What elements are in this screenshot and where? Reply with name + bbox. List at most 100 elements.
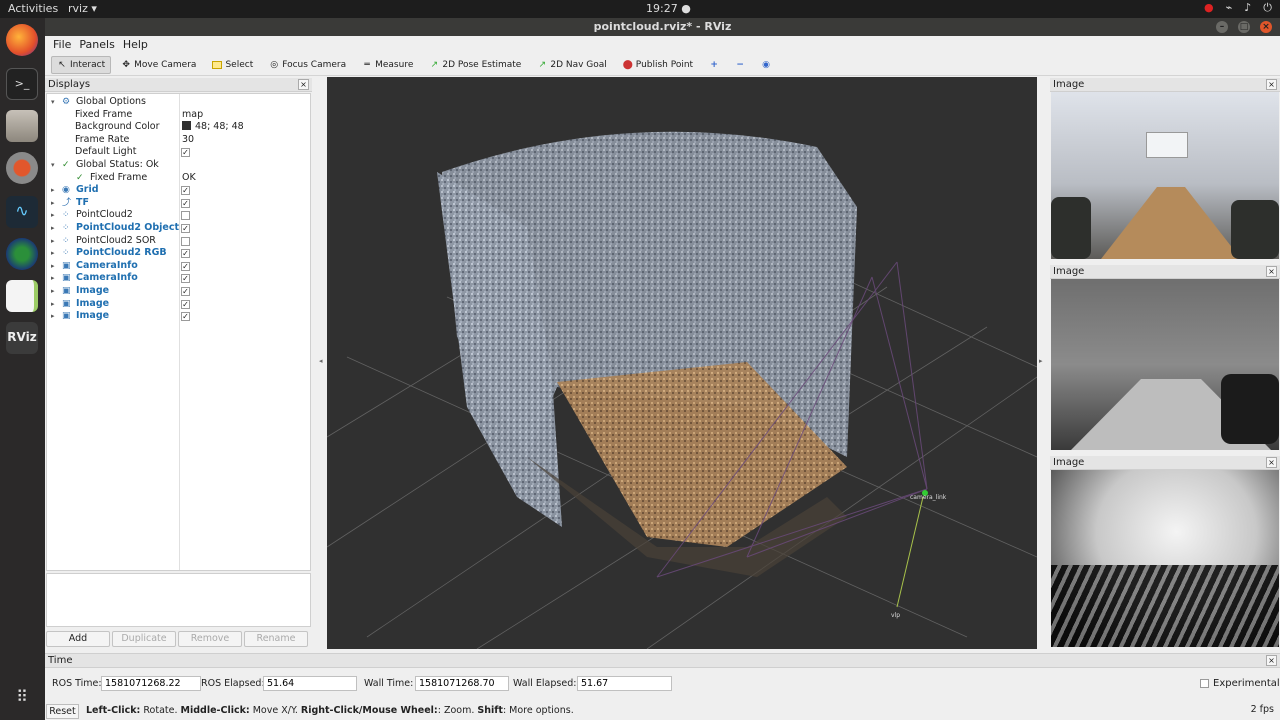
display-enabled-checkbox[interactable] — [181, 211, 190, 221]
settings-icon[interactable] — [6, 152, 38, 184]
pin-icon: ⬤ — [622, 59, 633, 70]
display-row-value[interactable]: map — [182, 109, 203, 122]
window-titlebar[interactable]: pointcloud.rviz* - RViz – □ × — [45, 18, 1280, 36]
display-row[interactable]: Default Light ✓ — [47, 146, 310, 159]
collapsed-arrow-icon[interactable]: ▸ — [51, 235, 55, 248]
collapsed-arrow-icon[interactable]: ▸ — [51, 209, 55, 222]
collapsed-arrow-icon[interactable]: ▸ — [51, 184, 55, 197]
display-row[interactable]: ▸ ⁘ PointCloud2 Object ✓ — [47, 222, 310, 235]
display-enabled-checkbox[interactable] — [181, 236, 190, 246]
collapsed-arrow-icon[interactable]: ▸ — [51, 247, 55, 260]
close-panel-icon[interactable]: × — [1266, 457, 1277, 468]
close-panel-icon[interactable]: × — [298, 79, 309, 90]
experimental-checkbox[interactable]: Experimental — [1200, 678, 1280, 689]
display-row-value[interactable]: OK — [182, 172, 196, 185]
wall-time-input[interactable] — [415, 676, 509, 691]
display-row[interactable]: ▸ ⁘ PointCloud2 RGB ✓ — [47, 247, 310, 260]
maximize-icon[interactable]: □ — [1238, 21, 1250, 33]
display-row[interactable]: Fixed Frame map — [47, 109, 310, 122]
collapsed-arrow-icon[interactable]: ▸ — [51, 285, 55, 298]
record-icon[interactable]: ● — [1204, 1, 1214, 15]
wall-elapsed-input[interactable] — [577, 676, 672, 691]
add-tool-button[interactable]: + — [703, 56, 725, 74]
expanded-arrow-icon[interactable]: ▾ — [51, 96, 55, 109]
measure-tool[interactable]: ═ Measure — [356, 56, 419, 74]
collapsed-arrow-icon[interactable]: ▸ — [51, 298, 55, 311]
files-icon[interactable] — [6, 110, 38, 142]
render-view[interactable]: camera_link vlp — [327, 77, 1037, 649]
collapsed-arrow-icon[interactable]: ▸ — [51, 222, 55, 235]
display-enabled-checkbox[interactable]: ✓ — [181, 287, 190, 296]
terminal-icon[interactable]: >_ — [6, 68, 38, 100]
display-row[interactable]: ▾ ⚙ Global Options — [47, 96, 310, 109]
app-menu[interactable]: rviz ▾ — [68, 2, 97, 15]
experimental-check[interactable] — [1200, 678, 1209, 688]
display-row[interactable]: ▸ ⁘ PointCloud2 — [47, 209, 310, 222]
minimize-icon[interactable]: – — [1216, 21, 1228, 33]
display-row[interactable]: ▸ ◉ Grid ✓ — [47, 184, 310, 197]
display-enabled-checkbox[interactable]: ✓ — [181, 249, 190, 259]
ros-time-input[interactable] — [101, 676, 201, 691]
interact-tool[interactable]: ↖ Interact — [51, 55, 112, 74]
display-row[interactable]: ▸ ▣ Image ✓ — [47, 298, 310, 311]
add-button[interactable]: Add — [46, 631, 110, 647]
display-row[interactable]: Background Color 48; 48; 48 — [47, 121, 310, 134]
expanded-arrow-icon[interactable]: ▾ — [51, 159, 55, 172]
display-row[interactable]: ▸ ⤴ TF ✓ — [47, 197, 310, 210]
display-row-value[interactable]: 30 — [182, 134, 194, 147]
display-row[interactable]: ▸ ▣ Image ✓ — [47, 285, 310, 298]
display-row[interactable]: ▸ ▣ CameraInfo ✓ — [47, 272, 310, 285]
menu-help[interactable]: Help — [119, 36, 152, 54]
display-row[interactable]: ✓ Fixed Frame OK — [47, 172, 310, 185]
display-type-icon: ⁘ — [62, 235, 70, 246]
system-tray[interactable]: ● ⌁ ♪ ⏻ — [1204, 1, 1272, 15]
firefox-icon[interactable] — [6, 24, 38, 56]
display-row-value[interactable]: 48; 48; 48 — [182, 121, 244, 134]
collapsed-arrow-icon[interactable]: ▸ — [51, 260, 55, 273]
left-splitter-arrow[interactable]: ◂ — [319, 357, 325, 367]
displays-tree[interactable]: ▾ ⚙ Global Options Fixed Frame map Background… — [46, 93, 311, 571]
display-enabled-checkbox[interactable]: ✓ — [181, 312, 190, 322]
clock[interactable]: 19:27 ● — [646, 2, 691, 15]
text-editor-icon[interactable] — [6, 280, 38, 312]
select-tool[interactable]: Select — [206, 56, 259, 74]
menu-panels[interactable]: Panels — [75, 36, 118, 54]
system-monitor-icon[interactable]: ∿ — [6, 196, 38, 228]
display-row[interactable]: ▸ ▣ CameraInfo ✓ — [47, 260, 310, 273]
rviz-icon[interactable]: RViz — [6, 322, 38, 354]
display-row[interactable]: ▾ ✓ Global Status: Ok — [47, 159, 310, 172]
tool-properties-button[interactable]: ◉ — [755, 56, 777, 74]
display-enabled-checkbox[interactable]: ✓ — [181, 261, 190, 271]
move-camera-tool[interactable]: ✥ Move Camera — [115, 56, 202, 74]
activities-button[interactable]: Activities — [8, 2, 58, 15]
close-icon[interactable]: × — [1260, 21, 1272, 33]
ros-elapsed-input[interactable] — [263, 676, 357, 691]
collapsed-arrow-icon[interactable]: ▸ — [51, 197, 55, 210]
display-row[interactable]: ▸ ▣ Image ✓ — [47, 310, 310, 323]
publish-point-tool[interactable]: ⬤ Publish Point — [617, 56, 699, 74]
display-enabled-checkbox[interactable]: ✓ — [181, 186, 190, 196]
browser-icon[interactable] — [6, 238, 38, 270]
display-row[interactable]: Frame Rate 30 — [47, 134, 310, 147]
right-splitter-arrow[interactable]: ▸ — [1039, 357, 1045, 367]
close-panel-icon[interactable]: × — [1266, 655, 1277, 666]
show-apps-icon[interactable]: ⠿ — [6, 682, 38, 714]
collapsed-arrow-icon[interactable]: ▸ — [51, 272, 55, 285]
nav-goal-tool[interactable]: ↗ 2D Nav Goal — [531, 56, 612, 74]
display-enabled-checkbox[interactable]: ✓ — [181, 299, 190, 309]
pose-estimate-tool[interactable]: ↗ 2D Pose Estimate — [423, 56, 527, 74]
focus-camera-tool[interactable]: ◎ Focus Camera — [263, 56, 352, 74]
display-enabled-checkbox[interactable]: ✓ — [181, 148, 190, 158]
display-row[interactable]: ▸ ⁘ PointCloud2 SOR — [47, 235, 310, 248]
display-enabled-checkbox[interactable]: ✓ — [181, 274, 190, 284]
close-panel-icon[interactable]: × — [1266, 266, 1277, 277]
close-panel-icon[interactable]: × — [1266, 79, 1277, 90]
tf-frame-label: camera_link — [910, 494, 947, 501]
collapsed-arrow-icon[interactable]: ▸ — [51, 310, 55, 323]
remove-tool-button[interactable]: − — [729, 56, 751, 74]
color-swatch[interactable] — [182, 121, 191, 131]
menu-file[interactable]: File — [49, 36, 75, 54]
display-enabled-checkbox[interactable]: ✓ — [181, 224, 190, 233]
reset-button[interactable]: Reset — [46, 704, 79, 719]
display-enabled-checkbox[interactable]: ✓ — [181, 198, 190, 208]
